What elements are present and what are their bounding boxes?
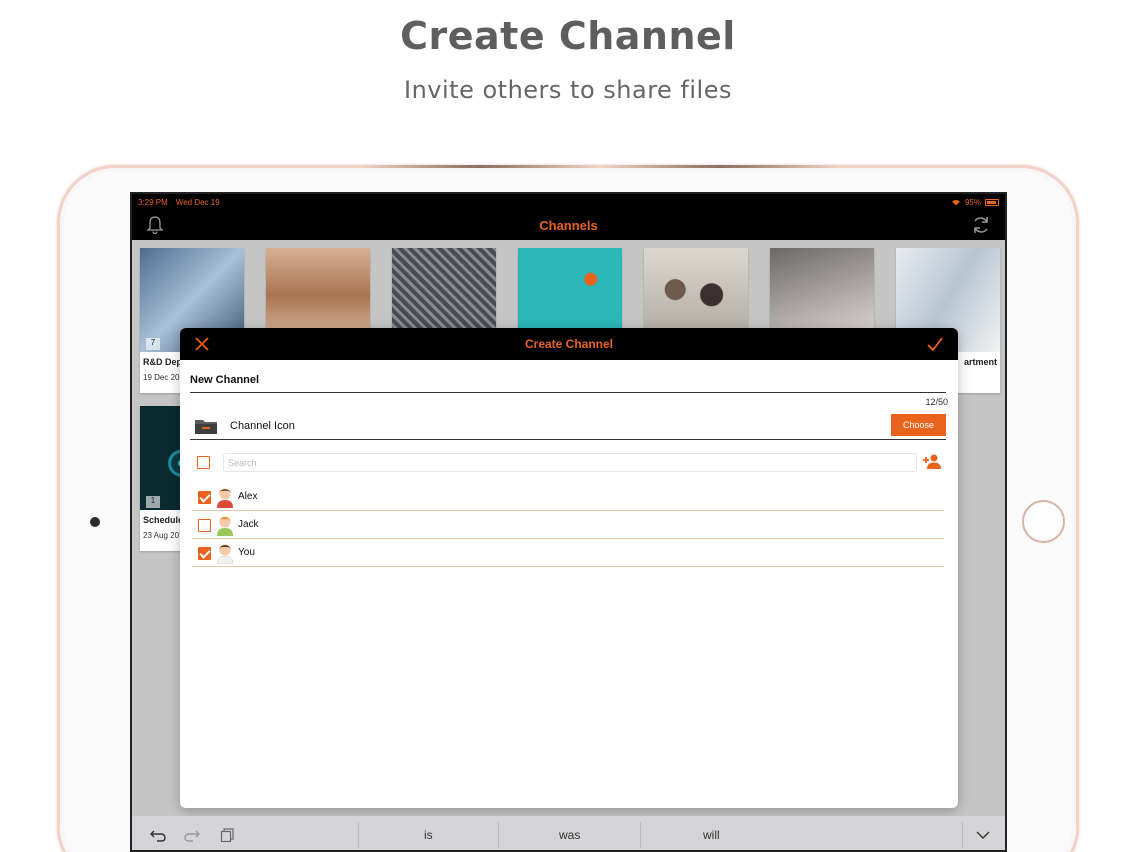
nav-bar: Channels — [132, 210, 1005, 240]
checkmark-icon[interactable] — [926, 335, 944, 353]
close-icon[interactable] — [194, 336, 210, 352]
promo-subtitle: Invite others to share files — [404, 76, 732, 104]
dialog-header: Create Channel — [180, 328, 958, 360]
search-input[interactable] — [223, 453, 917, 472]
user-row[interactable]: Jack — [192, 511, 944, 539]
battery-percent: 95% — [964, 197, 981, 207]
add-user-icon[interactable] — [922, 453, 942, 469]
redo-icon[interactable] — [184, 828, 200, 842]
app-screen: 3:29 PM Wed Dec 19 95% Channels 7 R&D De… — [130, 192, 1007, 852]
user-name: Jack — [238, 519, 259, 530]
status-indicators: 95% — [951, 198, 999, 207]
suggestion-divider — [640, 822, 641, 848]
status-bar: 3:29 PM Wed Dec 19 95% — [132, 194, 1005, 210]
create-channel-dialog: Create Channel 12/50 Channel Icon Choose — [180, 328, 958, 808]
user-name: You — [238, 547, 255, 558]
folder-icon — [195, 419, 217, 434]
home-button[interactable] — [1022, 500, 1065, 543]
channel-grid: 7 R&D Dep 19 Dec 20 artment 1 Schedule 2… — [132, 240, 1005, 850]
channel-count: 7 — [146, 338, 160, 350]
user-avatar-icon — [217, 488, 233, 508]
bell-icon[interactable] — [146, 215, 164, 235]
channel-count: 1 — [146, 496, 160, 508]
wifi-icon — [951, 199, 960, 206]
choose-button[interactable]: Choose — [891, 414, 946, 436]
user-row[interactable]: You — [192, 539, 944, 567]
suggestion-divider — [358, 822, 359, 848]
suggestion-divider — [498, 822, 499, 848]
user-row[interactable]: Alex — [192, 483, 944, 511]
clipboard-icon[interactable] — [220, 828, 236, 842]
status-time: 3:29 PM — [138, 197, 168, 207]
user-checkbox[interactable] — [198, 547, 211, 560]
promo-title: Create Channel — [400, 14, 736, 58]
chevron-down-icon[interactable] — [975, 828, 991, 842]
device-edge-highlight — [360, 165, 840, 168]
user-checkbox[interactable] — [198, 491, 211, 504]
suggestion-word[interactable]: will — [703, 828, 720, 842]
battery-icon — [985, 198, 999, 206]
suggestion-divider — [962, 822, 963, 848]
channel-name-input[interactable] — [190, 368, 946, 393]
suggestion-word[interactable]: is — [424, 828, 433, 842]
user-avatar-icon — [217, 516, 233, 536]
refresh-icon[interactable] — [971, 215, 991, 235]
select-all-checkbox[interactable] — [197, 456, 210, 469]
suggestion-word[interactable]: was — [559, 828, 580, 842]
front-camera — [90, 517, 100, 527]
nav-title: Channels — [539, 217, 598, 233]
user-avatar-icon — [216, 544, 234, 564]
status-date: Wed Dec 19 — [175, 197, 220, 207]
channel-icon-label: Channel Icon — [230, 419, 295, 432]
keyboard-suggestion-bar: is was will — [132, 816, 1005, 850]
user-name: Alex — [238, 491, 258, 502]
channel-icon-row: Channel Icon Choose — [190, 412, 946, 440]
undo-icon[interactable] — [150, 828, 166, 842]
dialog-title: Create Channel — [524, 337, 614, 351]
user-checkbox[interactable] — [198, 519, 211, 532]
char-counter: 12/50 — [925, 397, 948, 407]
